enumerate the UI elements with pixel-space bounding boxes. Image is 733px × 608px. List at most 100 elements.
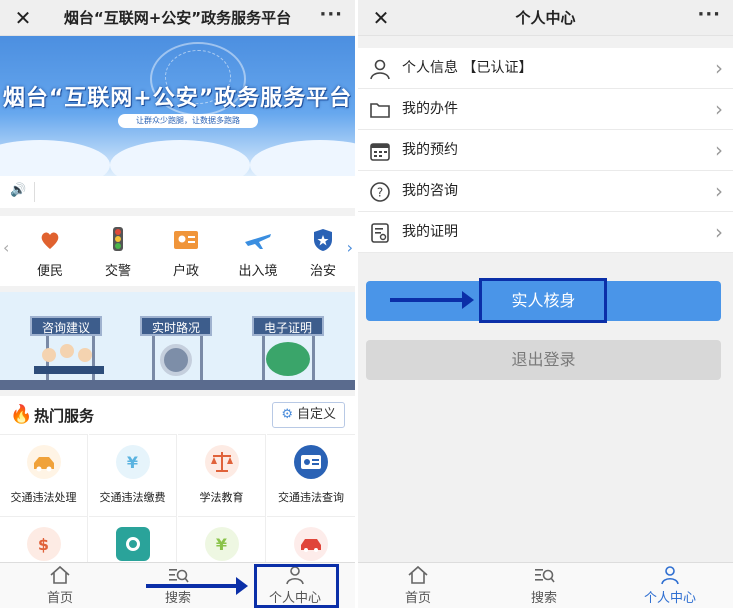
coin-icon: $ (26, 527, 61, 561)
chevron-right-icon: › (715, 179, 723, 203)
cloud-decoration (110, 140, 250, 176)
service-violation-query[interactable]: 交通违法查询 (267, 434, 355, 516)
tab-search[interactable]: 搜索 (504, 565, 584, 606)
tab-personal-center[interactable]: 个人中心 (630, 565, 710, 606)
menu-item-personal-info[interactable]: 个人信息 【已认证】 › (358, 48, 733, 89)
id-card-icon (294, 445, 328, 479)
certificate-icon (368, 221, 392, 245)
chevron-right-icon: › (715, 56, 723, 80)
person-icon (368, 57, 392, 81)
page-title: 烟台“互联网+公安”政务服务平台 (63, 9, 292, 27)
category-label: 户政 (172, 264, 199, 279)
chevron-left-icon[interactable]: ‹ (3, 238, 9, 257)
cloud-decoration (250, 140, 355, 176)
banner-headline: 烟台“互联网+公安”政务服务平台 (2, 86, 353, 111)
menu-item-my-cases[interactable]: 我的办件 › (358, 89, 733, 130)
service-violation-handle[interactable]: 交通违法处理 (0, 434, 88, 516)
board-certificate[interactable]: 电子证明 (252, 316, 324, 336)
personal-center-screen: ✕ 个人中心 ··· 个人信息 【已认证】 › 我的办件 › 我的预约 › ? (358, 0, 733, 608)
close-icon[interactable]: ✕ (10, 5, 36, 31)
hot-services-title: 热门服务 (34, 407, 95, 425)
camera-icon (160, 344, 192, 376)
service-label: 交通违法处理 (10, 491, 77, 504)
yen-car-icon: ¥ (204, 527, 239, 561)
board-consult[interactable]: 咨询建议 (30, 316, 102, 336)
tab-label: 个人中心 (643, 591, 696, 606)
customize-button[interactable]: ⚙ 自定义 (272, 402, 345, 428)
board-traffic[interactable]: 实时路况 (140, 316, 212, 336)
customize-label: 自定义 (296, 407, 336, 422)
badge-icon (308, 226, 338, 254)
chevron-right-icon[interactable]: › (347, 238, 353, 257)
airplane-icon (243, 226, 273, 254)
menu-item-my-appointments[interactable]: 我的预约 › (358, 130, 733, 171)
svg-text:?: ? (377, 186, 383, 200)
hand-car-icon (26, 445, 61, 479)
tab-label: 搜索 (164, 591, 191, 606)
more-icon[interactable]: ··· (697, 4, 721, 25)
speaker-icon: 🔊 (10, 183, 27, 198)
service-law-education[interactable]: 学法教育 (178, 434, 266, 516)
service-label: 交通违法查询 (278, 491, 344, 504)
notice-bar[interactable]: 🔊 (0, 176, 355, 208)
arrow-annotation (390, 291, 474, 309)
home-icon (20, 565, 100, 585)
person-icon (630, 565, 710, 585)
folder-icon (368, 98, 392, 122)
top-bar: ✕ 个人中心 ··· (358, 0, 733, 36)
home-icon (378, 565, 458, 585)
calendar-icon (368, 139, 392, 163)
top-bar: ✕ 烟台“互联网+公安”政务服务平台 ··· (0, 0, 355, 36)
banner-slogan: 让群众少跑腿，让数据多跑路 (118, 114, 258, 128)
sign-pole (312, 336, 315, 380)
more-icon[interactable]: ··· (319, 4, 343, 25)
highlight-box (479, 278, 607, 323)
category-label: 交警 (104, 264, 131, 279)
search-icon (138, 565, 218, 585)
category-bianmin[interactable]: 便民 (20, 226, 80, 279)
hot-services-header: 🔥 热门服务 ⚙ 自定义 (0, 396, 355, 434)
menu-item-label: 我的办件 (402, 101, 458, 117)
chevron-right-icon: › (715, 97, 723, 121)
sign-pole (262, 336, 265, 380)
traffic-light-icon (103, 226, 133, 254)
logout-button[interactable]: 退出登录 (366, 340, 721, 380)
service-label: 学法教育 (199, 491, 244, 504)
category-label: 出入境 (238, 264, 278, 279)
sign-pole (152, 336, 155, 380)
menu-item-label: 个人信息 【已认证】 (402, 60, 533, 76)
menu-item-my-certificates[interactable]: 我的证明 › (358, 212, 733, 253)
category-jiaojing[interactable]: 交警 (88, 226, 148, 279)
close-icon[interactable]: ✕ (368, 5, 394, 31)
category-label: 治安 (309, 264, 336, 279)
banner[interactable]: 烟台“互联网+公安”政务服务平台 让群众少跑腿，让数据多跑路 (0, 36, 355, 176)
chevron-right-icon: › (715, 138, 723, 162)
person-figure (42, 348, 56, 362)
bottom-tab-bar: 首页 搜索 个人中心 (358, 562, 733, 608)
tab-label: 首页 (404, 591, 431, 606)
menu-item-my-consultations[interactable]: ? 我的咨询 › (358, 171, 733, 212)
divider (34, 182, 35, 202)
category-huzheng[interactable]: 户政 (156, 226, 216, 279)
service-illustration: 咨询建议 实时路况 电子证明 (0, 292, 355, 390)
camera-icon (115, 527, 150, 561)
menu-item-label: 我的咨询 (402, 183, 458, 199)
chevron-right-icon: › (715, 220, 723, 244)
menu-item-label: 我的证明 (402, 224, 458, 240)
home-screen: ✕ 烟台“互联网+公安”政务服务平台 ··· 烟台“互联网+公安”政务服务平台 … (0, 0, 355, 608)
category-label: 便民 (36, 264, 63, 279)
id-card-icon (171, 226, 201, 254)
yen-car-icon: ¥ (115, 445, 150, 479)
service-violation-pay[interactable]: ¥ 交通违法缴费 (89, 434, 177, 516)
floor (0, 380, 355, 390)
category-churujing[interactable]: 出入境 (228, 226, 288, 279)
tab-home[interactable]: 首页 (378, 565, 458, 606)
tab-label: 首页 (46, 591, 73, 606)
category-zhian[interactable]: 治安 (298, 226, 348, 279)
heart-hand-icon (35, 226, 65, 254)
sign-pole (200, 336, 203, 380)
tab-home[interactable]: 首页 (20, 565, 100, 606)
category-row: ‹ 便民 交警 户政 出入境 治安 › (0, 216, 355, 286)
service-label: 交通违法缴费 (99, 491, 166, 504)
gear-icon: ⚙ (281, 407, 293, 422)
